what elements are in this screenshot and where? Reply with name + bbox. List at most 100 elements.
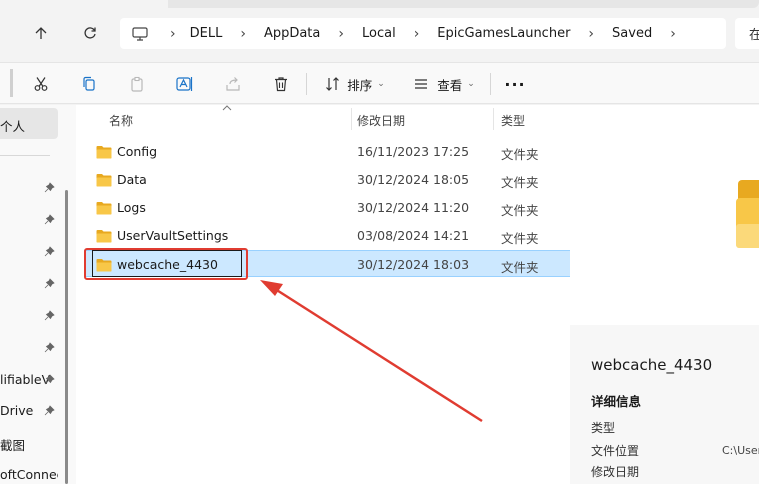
details-type-label: 类型 bbox=[591, 421, 616, 435]
sidebar-item-onedrive[interactable]: Drive bbox=[0, 396, 58, 424]
sidebar-divider bbox=[0, 155, 50, 156]
sidebar-item-1[interactable] bbox=[0, 173, 58, 201]
file-date: 30/12/2024 11:20 bbox=[357, 200, 470, 215]
paste-button[interactable] bbox=[126, 72, 148, 96]
breadcrumb-appdata[interactable]: AppData bbox=[260, 26, 324, 41]
file-row[interactable]: UserVaultSettings 03/08/2024 14:21 文件夹 bbox=[84, 222, 570, 249]
search-input[interactable]: 在 bbox=[735, 18, 759, 49]
up-button[interactable] bbox=[30, 22, 52, 44]
breadcrumb-local[interactable]: Local bbox=[358, 26, 400, 41]
pin-icon bbox=[44, 309, 55, 324]
folder-icon bbox=[736, 180, 759, 248]
address-bar[interactable]: › DELL › AppData › Local › EpicGamesLaun… bbox=[120, 18, 726, 49]
sidebar-item-5[interactable] bbox=[0, 301, 58, 329]
toolbar-separator bbox=[490, 73, 491, 95]
chevron-right-icon: › bbox=[338, 25, 344, 42]
pin-icon bbox=[44, 213, 55, 228]
pin-icon bbox=[44, 181, 55, 196]
sidebar-item-6[interactable] bbox=[0, 333, 58, 361]
sort-icon bbox=[326, 77, 340, 91]
chevron-right-icon: › bbox=[588, 25, 595, 42]
chevron-right-icon[interactable]: › bbox=[656, 26, 690, 42]
cut-button[interactable] bbox=[30, 72, 52, 96]
sidebar-item-label: oftConnec bbox=[0, 467, 58, 482]
file-name: webcache_4430 bbox=[117, 257, 218, 272]
folder-icon bbox=[96, 257, 112, 276]
delete-button[interactable] bbox=[270, 72, 292, 96]
file-row[interactable]: Config 16/11/2023 17:25 文件夹 bbox=[84, 138, 570, 165]
file-name: Logs bbox=[117, 200, 146, 215]
file-row[interactable]: Logs 30/12/2024 11:20 文件夹 bbox=[84, 194, 570, 221]
file-list: 名称 修改日期 类型 Config 16/11/2023 17:25 文件夹 D… bbox=[76, 105, 570, 484]
sidebar-item-label: 截图 bbox=[0, 438, 26, 453]
sidebar-item-label: Drive bbox=[0, 403, 34, 418]
pin-icon bbox=[44, 341, 55, 356]
folder-icon bbox=[96, 200, 112, 219]
navigation-pane: 个人 lifiableV Drive 截图 oftConnec bbox=[0, 105, 60, 484]
breadcrumb-dell[interactable]: DELL bbox=[186, 26, 227, 41]
navigation-scrollbar[interactable] bbox=[65, 190, 68, 484]
file-name: Config bbox=[117, 144, 158, 159]
file-type: 文件夹 bbox=[501, 203, 539, 218]
folder-icon bbox=[96, 144, 112, 163]
more-options-button[interactable]: ··· bbox=[504, 72, 526, 96]
copy-icon bbox=[83, 76, 95, 91]
sidebar-item-label: 个人 bbox=[0, 119, 26, 134]
refresh-icon bbox=[84, 27, 96, 39]
sidebar-item-screenshots[interactable]: 截图 bbox=[0, 428, 58, 456]
refresh-button[interactable] bbox=[79, 22, 101, 44]
scissors-icon bbox=[34, 77, 48, 91]
view-button[interactable]: 查看 ⌄ bbox=[411, 72, 477, 96]
breadcrumb-epicgameslauncher[interactable]: EpicGamesLauncher bbox=[433, 26, 574, 41]
column-divider[interactable] bbox=[493, 108, 494, 130]
breadcrumb-saved[interactable]: Saved bbox=[608, 26, 656, 41]
rename-icon bbox=[176, 77, 193, 91]
file-date: 03/08/2024 14:21 bbox=[357, 228, 470, 243]
sidebar-item-microsoftconnect[interactable]: oftConnec bbox=[0, 460, 58, 484]
sidebar-item-personal[interactable]: 个人 bbox=[0, 108, 58, 139]
list-view-icon bbox=[415, 79, 428, 89]
sort-button[interactable]: 排序 ⌄ bbox=[322, 72, 388, 96]
chevron-down-icon: ⌄ bbox=[467, 79, 475, 89]
sidebar-item-2[interactable] bbox=[0, 205, 58, 233]
command-bar: 排序 ⌄ 查看 ⌄ ··· bbox=[0, 62, 759, 104]
more-icon: ··· bbox=[504, 74, 526, 94]
navigation-pane-gutter bbox=[60, 105, 76, 484]
details-location-label: 文件位置 bbox=[591, 444, 640, 458]
toolbar-edge bbox=[10, 69, 13, 97]
toolbar-separator bbox=[306, 73, 307, 95]
column-header-type[interactable]: 类型 bbox=[501, 112, 525, 129]
file-name: Data bbox=[117, 172, 147, 187]
sort-label: 排序 bbox=[347, 77, 373, 93]
rename-button[interactable] bbox=[174, 72, 196, 96]
address-row: › DELL › AppData › Local › EpicGamesLaun… bbox=[0, 0, 759, 62]
copy-button[interactable] bbox=[78, 72, 100, 96]
column-header-row: 名称 修改日期 类型 bbox=[76, 105, 570, 133]
sidebar-item-label: lifiableV bbox=[0, 372, 51, 387]
file-type: 文件夹 bbox=[501, 260, 539, 275]
pc-icon bbox=[120, 26, 160, 41]
sidebar-item-3[interactable] bbox=[0, 237, 58, 265]
share-icon bbox=[226, 77, 240, 91]
pin-icon bbox=[44, 245, 55, 260]
details-title: webcache_4430 bbox=[591, 356, 713, 374]
file-explorer-window: › DELL › AppData › Local › EpicGamesLaun… bbox=[0, 0, 759, 484]
column-header-date[interactable]: 修改日期 bbox=[357, 112, 405, 129]
file-row[interactable]: Data 30/12/2024 18:05 文件夹 bbox=[84, 166, 570, 193]
column-header-name[interactable]: 名称 bbox=[109, 112, 133, 129]
column-divider[interactable] bbox=[351, 108, 352, 130]
sidebar-item-7[interactable]: lifiableV bbox=[0, 365, 58, 393]
details-modified-label: 修改日期 bbox=[591, 465, 640, 479]
pin-icon bbox=[44, 404, 55, 419]
file-date: 30/12/2024 18:05 bbox=[357, 172, 470, 187]
share-button[interactable] bbox=[222, 72, 244, 96]
file-type: 文件夹 bbox=[501, 175, 539, 190]
view-label: 查看 bbox=[437, 77, 463, 93]
file-date: 30/12/2024 18:03 bbox=[357, 257, 470, 272]
details-section-heading: 详细信息 bbox=[591, 394, 642, 409]
title-strip bbox=[168, 0, 759, 8]
file-row-selected[interactable]: webcache_4430 30/12/2024 18:03 文件夹 bbox=[84, 250, 570, 277]
preview-area bbox=[570, 105, 759, 325]
sidebar-item-4[interactable] bbox=[0, 269, 58, 297]
clipboard-icon bbox=[131, 76, 143, 92]
